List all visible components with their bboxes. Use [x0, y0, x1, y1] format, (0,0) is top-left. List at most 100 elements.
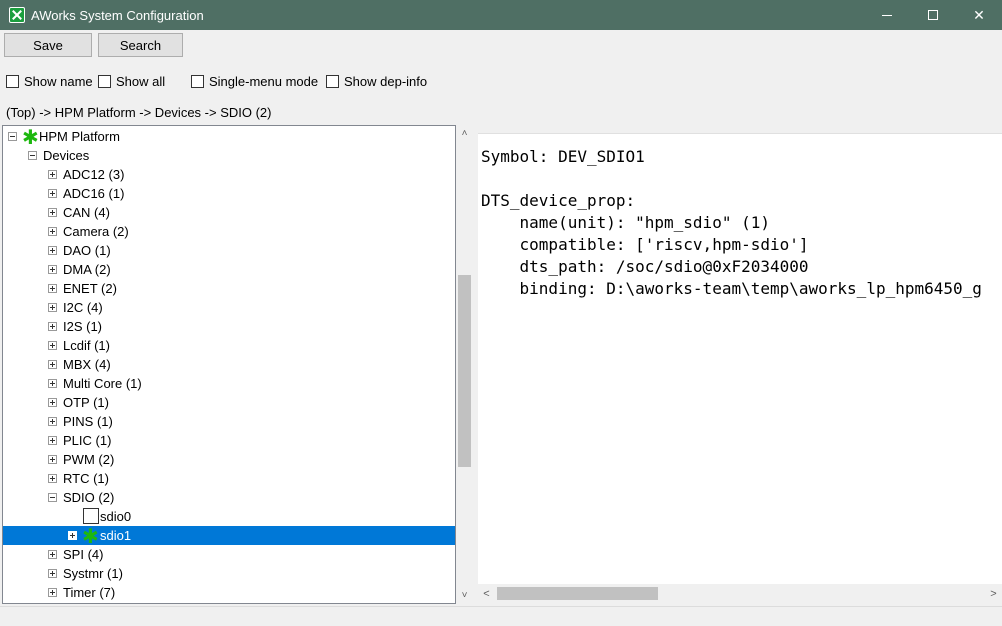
window-controls: ✕: [864, 0, 1002, 30]
expand-icon[interactable]: [48, 436, 57, 445]
search-button[interactable]: Search: [98, 33, 183, 57]
tree-row-root[interactable]: ✱ HPM Platform: [3, 125, 455, 149]
expand-icon[interactable]: [48, 189, 57, 198]
scroll-left-icon[interactable]: <: [478, 584, 495, 603]
tree-row-category[interactable]: DAO (1): [3, 241, 455, 260]
tree-item-label: CAN (4): [63, 205, 110, 220]
tree-item-label: I2S (1): [63, 319, 103, 334]
tree-row-category[interactable]: Timer (7): [3, 583, 455, 602]
tree-item-label: Timer (7): [63, 585, 116, 600]
tree-vertical-scrollbar[interactable]: ˄ ˅: [456, 125, 473, 604]
tree-item-label: Camera (2): [63, 224, 129, 239]
maximize-button[interactable]: [910, 0, 956, 30]
tree-row-category[interactable]: Camera (2): [3, 222, 455, 241]
minimize-button[interactable]: [864, 0, 910, 30]
expand-icon[interactable]: [48, 569, 57, 578]
tree-row-category[interactable]: DMA (2): [3, 260, 455, 279]
show-all-checkbox[interactable]: Show all: [98, 73, 165, 89]
tree-row-category[interactable]: MBX (4): [3, 355, 455, 374]
expand-icon[interactable]: [48, 379, 57, 388]
tree-row-devices[interactable]: Devices: [3, 146, 455, 165]
expand-icon[interactable]: [48, 284, 57, 293]
expand-icon[interactable]: [48, 474, 57, 483]
tree-row-device[interactable]: ✱ sdio1: [3, 524, 455, 548]
collapse-icon[interactable]: [8, 132, 17, 141]
expand-icon[interactable]: [48, 398, 57, 407]
detail-line: binding: D:\aworks-team\temp\aworks_lp_h…: [481, 279, 982, 298]
tree-row-category[interactable]: CAN (4): [3, 203, 455, 222]
checkbox-box[interactable]: [191, 74, 204, 88]
tree-row-category[interactable]: Lcdif (1): [3, 336, 455, 355]
tree-label-devices: Devices: [43, 148, 90, 163]
tree-item-label: DMA (2): [63, 262, 111, 277]
close-icon: ✕: [973, 6, 985, 23]
expand-icon[interactable]: [48, 227, 57, 236]
expand-icon[interactable]: [68, 531, 77, 540]
config-tree[interactable]: ✱ HPM Platform Devices ADC12 (3) ADC16 (1…: [2, 125, 456, 604]
show-all-label: Show all: [116, 73, 166, 89]
expand-icon[interactable]: [48, 417, 57, 426]
expand-icon[interactable]: [48, 322, 57, 331]
breadcrumb: (Top) -> HPM Platform -> Devices -> SDIO…: [6, 105, 272, 120]
star-icon: ✱: [82, 524, 99, 548]
expand-icon[interactable]: [48, 265, 57, 274]
expand-icon[interactable]: [48, 246, 57, 255]
expand-icon[interactable]: [48, 170, 57, 179]
show-name-checkbox[interactable]: Show name: [6, 73, 93, 89]
collapse-icon[interactable]: [28, 151, 37, 160]
tree-row-category[interactable]: PWM (2): [3, 450, 455, 469]
single-menu-checkbox[interactable]: Single-menu mode: [191, 73, 318, 89]
expand-icon[interactable]: [48, 455, 57, 464]
tree-item-label: OTP (1): [63, 395, 109, 410]
tree-row-category[interactable]: ADC16 (1): [3, 184, 455, 203]
tree-row-device[interactable]: sdio0: [3, 507, 455, 526]
maximize-icon: [928, 10, 938, 20]
tree-item-label: SDIO (2): [63, 490, 115, 505]
checkbox-box[interactable]: [326, 74, 339, 88]
expand-icon[interactable]: [48, 341, 57, 350]
expand-icon[interactable]: [48, 303, 57, 312]
show-name-label: Show name: [24, 73, 93, 89]
tree-row-category[interactable]: I2C (4): [3, 298, 455, 317]
scroll-thumb[interactable]: [497, 587, 658, 600]
tree-row-category[interactable]: ENET (2): [3, 279, 455, 298]
show-dep-info-label: Show dep-info: [344, 73, 428, 89]
enable-checkbox[interactable]: [83, 508, 99, 524]
scroll-right-icon[interactable]: >: [985, 584, 1002, 603]
tree-item-label: Multi Core (1): [63, 376, 142, 391]
tree-item-label: ADC16 (1): [63, 186, 125, 201]
tree-item-label: PLIC (1): [63, 433, 112, 448]
title-bar: AWorks System Configuration ✕: [0, 0, 1002, 30]
expand-icon[interactable]: [48, 550, 57, 559]
checkbox-box[interactable]: [98, 74, 111, 88]
tree-row-category[interactable]: ADC12 (3): [3, 165, 455, 184]
scroll-thumb[interactable]: [458, 275, 471, 467]
tree-row-category[interactable]: PINS (1): [3, 412, 455, 431]
detail-horizontal-scrollbar[interactable]: < >: [478, 584, 1002, 603]
expand-icon[interactable]: [48, 360, 57, 369]
tree-item-label: ADC12 (3): [63, 167, 125, 182]
scroll-down-icon[interactable]: ˅: [456, 587, 473, 604]
expand-icon[interactable]: [48, 588, 57, 597]
show-dep-info-checkbox[interactable]: Show dep-info: [326, 73, 427, 89]
tree-item-label: MBX (4): [63, 357, 111, 372]
tree-row-category[interactable]: SPI (4): [3, 545, 455, 564]
save-button[interactable]: Save: [4, 33, 92, 57]
tree-item-label: RTC (1): [63, 471, 109, 486]
star-icon: ✱: [22, 125, 39, 149]
tree-row-category[interactable]: SDIO (2): [3, 488, 455, 507]
tree-row-category[interactable]: RTC (1): [3, 469, 455, 488]
detail-line: Symbol: DEV_SDIO1: [481, 147, 645, 166]
tree-item-label: DAO (1): [63, 243, 111, 258]
tree-row-category[interactable]: PLIC (1): [3, 431, 455, 450]
checkbox-box[interactable]: [6, 74, 19, 88]
detail-line: name(unit): "hpm_sdio" (1): [481, 213, 770, 232]
expand-icon[interactable]: [48, 208, 57, 217]
tree-row-category[interactable]: I2S (1): [3, 317, 455, 336]
tree-row-category[interactable]: OTP (1): [3, 393, 455, 412]
tree-row-category[interactable]: Systmr (1): [3, 564, 455, 583]
close-button[interactable]: ✕: [956, 0, 1002, 30]
tree-row-category[interactable]: Multi Core (1): [3, 374, 455, 393]
scroll-up-icon[interactable]: ˄: [456, 125, 473, 142]
collapse-icon[interactable]: [48, 493, 57, 502]
